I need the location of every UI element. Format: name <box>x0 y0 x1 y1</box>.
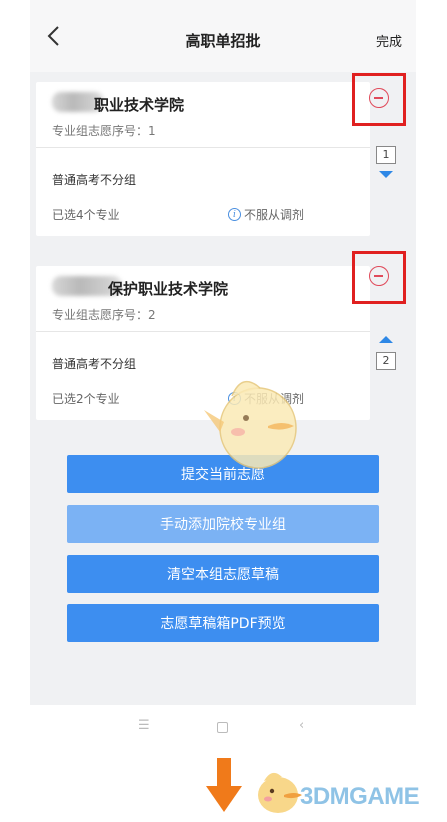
adjust-option[interactable]: i 不服从调剂 <box>228 390 304 407</box>
card-body: 普通高考不分组 已选4个专业 i 不服从调剂 <box>36 148 370 236</box>
adjust-option-label: 不服从调剂 <box>244 392 305 406</box>
top-bar: 高职单招批 完成 <box>30 0 416 72</box>
phone-screen: 高职单招批 完成 职业技术学院 专业组志愿序号：1 普通高考不分组 已选4个专业… <box>30 0 416 705</box>
school-card[interactable]: 职业技术学院 专业组志愿序号：1 普通高考不分组 已选4个专业 i 不服从调剂 <box>36 82 370 236</box>
clear-draft-button[interactable]: 清空本组志愿草稿 <box>67 555 379 593</box>
back-icon[interactable]: ‹ <box>299 718 304 733</box>
school-name: 保护职业技术学院 <box>108 280 229 298</box>
school-card[interactable]: 保护职业技术学院 专业组志愿序号：2 普通高考不分组 已选2个专业 i 不服从调… <box>36 266 370 420</box>
adjust-option-label: 不服从调剂 <box>244 208 305 222</box>
home-icon[interactable] <box>217 722 228 733</box>
remove-card-button[interactable] <box>352 73 406 126</box>
school-name: 职业技术学院 <box>94 96 185 114</box>
page-title: 高职单招批 <box>185 32 261 50</box>
arrow-up-icon[interactable] <box>379 336 393 343</box>
done-button[interactable]: 完成 <box>376 31 402 50</box>
card-header: 保护职业技术学院 专业组志愿序号：2 <box>36 266 370 332</box>
arrow-down-icon[interactable] <box>379 171 393 178</box>
remove-circle-icon <box>369 266 389 286</box>
group-type: 普通高考不分组 <box>52 357 137 371</box>
selected-major-count[interactable]: 已选4个专业 <box>52 206 120 223</box>
menu-icon[interactable]: ☰ <box>138 718 150 733</box>
selected-major-count[interactable]: 已选2个专业 <box>52 390 120 407</box>
remove-card-button[interactable] <box>352 251 406 304</box>
card-header: 职业技术学院 专业组志愿序号：1 <box>36 82 370 148</box>
arrow-down-icon <box>206 758 242 812</box>
group-type: 普通高考不分组 <box>52 173 137 187</box>
order-number-input[interactable]: 2 <box>376 352 396 370</box>
system-nav-bar: ☰ ‹ <box>0 718 447 740</box>
pdf-preview-button[interactable]: 志愿草稿箱PDF预览 <box>67 604 379 642</box>
card-body: 普通高考不分组 已选2个专业 i 不服从调剂 <box>36 332 370 420</box>
manual-add-button[interactable]: 手动添加院校专业组 <box>67 505 379 543</box>
group-sequence: 专业组志愿序号：1 <box>52 124 156 138</box>
submit-button[interactable]: 提交当前志愿 <box>67 455 379 493</box>
info-icon: i <box>228 208 241 221</box>
mascot-logo-image <box>258 772 302 813</box>
remove-circle-icon <box>369 88 389 108</box>
group-sequence: 专业组志愿序号：2 <box>52 308 156 322</box>
order-number-input[interactable]: 1 <box>376 146 396 164</box>
watermark-text: 3DMGAME <box>300 783 420 810</box>
adjust-option[interactable]: i 不服从调剂 <box>228 206 304 223</box>
info-icon: i <box>228 392 241 405</box>
